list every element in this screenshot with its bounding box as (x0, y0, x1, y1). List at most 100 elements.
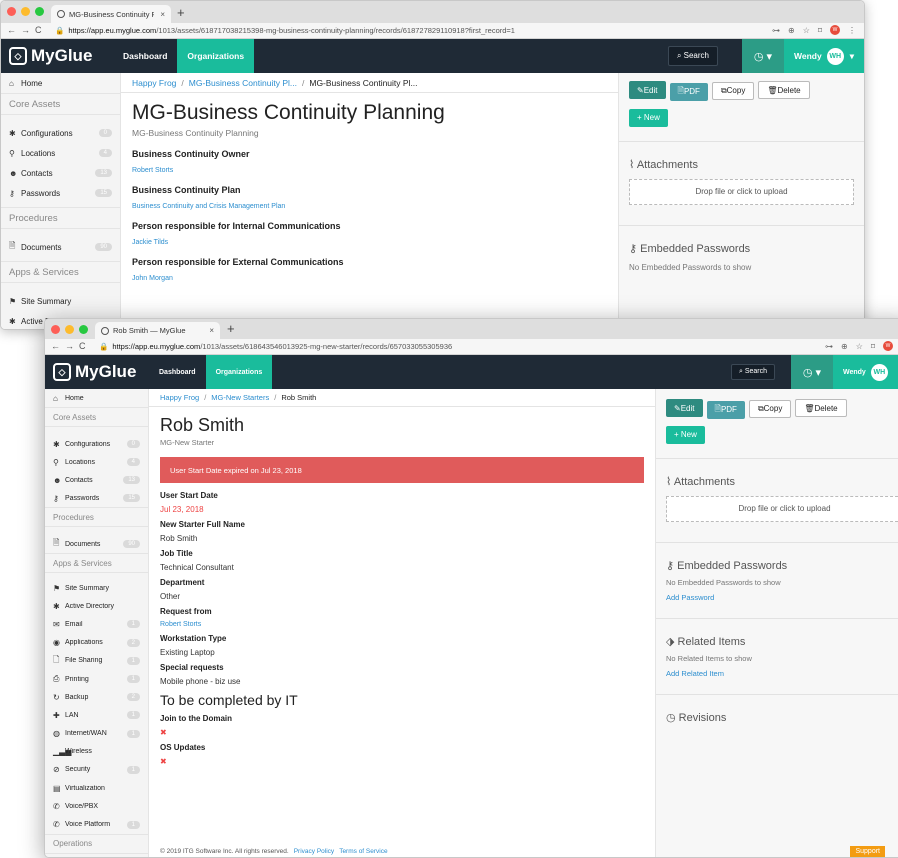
menu-icon[interactable]: ⋮ (848, 26, 856, 35)
sidebar-item-security[interactable]: ⊘ Security 1 (45, 761, 148, 779)
address-bar[interactable]: ←→C 🔒 https://app.eu.myglue.com/1013/asse… (1, 23, 864, 39)
sidebar-item-home[interactable]: ⌂ Home (45, 389, 148, 407)
field-value[interactable]: Jackie Tilds (132, 239, 607, 246)
nav-buttons[interactable]: ←→C (7, 25, 47, 35)
close-window-icon[interactable] (7, 7, 16, 16)
close-window-icon[interactable] (51, 325, 60, 334)
delete-button[interactable]: 🗑 Delete (758, 81, 810, 99)
myglue-logo[interactable]: ◇ MyGlue (45, 355, 149, 389)
copy-button[interactable]: ⧉ Copy (748, 399, 792, 418)
sidebar-item-documents[interactable]: 🗎 Documents 90 (45, 535, 148, 553)
field-value[interactable]: Robert Storts (160, 621, 644, 628)
expired-alert: User Start Date expired on Jul 23, 2018 (160, 457, 644, 483)
sidebar-item-active-directory[interactable]: ✱ Active Directory (45, 597, 148, 615)
terms-link[interactable]: Terms of Service (339, 848, 387, 855)
close-tab-icon[interactable]: × (160, 10, 165, 19)
sidebar-section-apps: Apps & Services (45, 553, 148, 573)
search-button[interactable]: ⌕ Search (667, 46, 718, 66)
search-button[interactable]: ⌕ Search (730, 364, 775, 380)
copy-button[interactable]: ⧉ Copy (711, 81, 755, 100)
revisions-heading[interactable]: ◷ Revisions (666, 711, 898, 724)
crumb-org[interactable]: Happy Frog (132, 78, 176, 88)
close-tab-icon[interactable]: × (209, 326, 214, 335)
field-value[interactable]: Business Continuity and Crisis Managemen… (132, 203, 607, 210)
upload-dropzone[interactable]: Drop file or click to upload (666, 495, 898, 522)
field-value[interactable]: Robert Storts (132, 167, 607, 174)
crumb-org[interactable]: Happy Frog (160, 393, 199, 402)
cast-icon[interactable]: ⌑ (871, 342, 875, 351)
upload-dropzone[interactable]: Drop file or click to upload (629, 178, 854, 205)
sidebar-item-passwords[interactable]: ⚷ Passwords 15 (1, 183, 120, 203)
recent-clock-icon[interactable]: ◷ ▾ (791, 355, 833, 389)
profile-avatar[interactable]: W (830, 25, 840, 35)
sidebar-item-site-summary[interactable]: ⚑ Site Summary (45, 579, 148, 597)
nav-buttons[interactable]: ←→C (51, 341, 91, 351)
add-related-link[interactable]: Add Related Item (666, 669, 898, 678)
key-icon[interactable]: ⊶ (825, 342, 833, 351)
sidebar-item-configurations[interactable]: ✱ Configurations 0 (1, 123, 120, 143)
minimize-window-icon[interactable] (65, 325, 74, 334)
sidebar-item-printing[interactable]: ⎙ Printing 1 (45, 670, 148, 688)
sidebar-item-locations[interactable]: ⚲ Locations 4 (1, 143, 120, 163)
sidebar-item-locations[interactable]: ⚲ Locations 4 (45, 453, 148, 471)
sidebar-item-internet-wan[interactable]: ◍ Internet/WAN 1 (45, 725, 148, 743)
maximize-window-icon[interactable] (79, 325, 88, 334)
zoom-icon[interactable]: ⊕ (841, 342, 848, 351)
myglue-logo[interactable]: ◇ MyGlue (1, 39, 113, 73)
new-tab-icon[interactable]: + (227, 321, 235, 336)
edit-button[interactable]: ✎ Edit (666, 399, 703, 417)
sidebar-item-contacts[interactable]: ☻ Contacts 13 (45, 471, 148, 489)
key-icon: ⚷ (666, 559, 678, 572)
cast-icon[interactable]: ⌑ (818, 26, 822, 35)
browser-tab[interactable]: MG-Business Continuity Plann× (51, 5, 171, 23)
key-icon[interactable]: ⊶ (772, 26, 780, 35)
backup-icon: ↻ (53, 692, 60, 702)
search-icon: ⌕ (676, 51, 684, 60)
sidebar-item-lan[interactable]: ✚ LAN 1 (45, 706, 148, 724)
field-value[interactable]: John Morgan (132, 275, 607, 282)
profile-avatar[interactable]: W (883, 341, 893, 351)
sidebar-item-virtualization[interactable]: ▤ Virtualization (45, 779, 148, 797)
sidebar-item-file-sharing[interactable]: 🗋 File Sharing 1 (45, 652, 148, 670)
sidebar-item-voice-pbx[interactable]: ✆ Voice/PBX (45, 797, 148, 815)
new-tab-icon[interactable]: + (177, 5, 185, 20)
add-password-link[interactable]: Add Password (666, 593, 898, 602)
edit-button[interactable]: ✎ Edit (629, 81, 666, 99)
maximize-window-icon[interactable] (35, 7, 44, 16)
sidebar-item-voice-platform[interactable]: ✆ Voice Platform 1 (45, 815, 148, 833)
front-browser-window: Rob Smith — MyGlue × + ←→C 🔒 https://app.e… (44, 318, 898, 858)
sidebar-item-passwords[interactable]: ⚷ Passwords 15 (45, 489, 148, 507)
sidebar-item-backup[interactable]: ↻ Backup 2 (45, 688, 148, 706)
star-icon[interactable]: ☆ (856, 342, 863, 351)
sidebar-item-home[interactable]: ⌂ Home (1, 73, 120, 93)
privacy-link[interactable]: Privacy Policy (294, 848, 334, 855)
sidebar-item-applications[interactable]: ◉ Applications 2 (45, 634, 148, 652)
pdf-button[interactable]: 🗎 PDF (706, 400, 745, 419)
sidebar-item-site-summary[interactable]: ⚑ Site Summary (1, 291, 120, 311)
sidebar-item-email[interactable]: ✉ Email 1 (45, 615, 148, 633)
pdf-button[interactable]: 🗎 PDF (669, 82, 708, 101)
minimize-window-icon[interactable] (21, 7, 30, 16)
sidebar-item-configurations[interactable]: ✱ Configurations 0 (45, 435, 148, 453)
crumb-type[interactable]: MG-Business Continuity Pl... (189, 78, 297, 88)
address-bar[interactable]: ←→C 🔒 https://app.eu.myglue.com/1013/asse… (45, 339, 898, 355)
field-label: Business Continuity Owner (132, 149, 250, 159)
nav-dashboard[interactable]: Dashboard (149, 355, 206, 389)
nav-organizations[interactable]: Organizations (177, 39, 255, 73)
delete-button[interactable]: 🗑 Delete (795, 399, 847, 417)
browser-tab[interactable]: Rob Smith — MyGlue × (95, 322, 220, 339)
new-button[interactable]: + New (629, 108, 668, 127)
count-badge: 1 (126, 656, 140, 665)
sidebar-item-contacts[interactable]: ☻ Contacts 13 (1, 163, 120, 183)
star-icon[interactable]: ☆ (803, 26, 810, 35)
zoom-icon[interactable]: ⊕ (788, 26, 795, 35)
sidebar-item-documents[interactable]: 🗎 Documents 90 (1, 237, 120, 257)
nav-organizations[interactable]: Organizations (205, 355, 273, 389)
user-menu[interactable]: Wendy WH (833, 355, 898, 389)
sidebar-item-wireless[interactable]: ▁▃▅ Wireless (45, 743, 148, 761)
new-button[interactable]: + New (666, 425, 705, 444)
user-menu[interactable]: Wendy WH ▾ (784, 39, 864, 73)
crumb-type[interactable]: MG-New Starters (211, 393, 269, 402)
nav-dashboard[interactable]: Dashboard (113, 39, 177, 73)
recent-clock-icon[interactable]: ◷ ▾ (742, 39, 784, 73)
